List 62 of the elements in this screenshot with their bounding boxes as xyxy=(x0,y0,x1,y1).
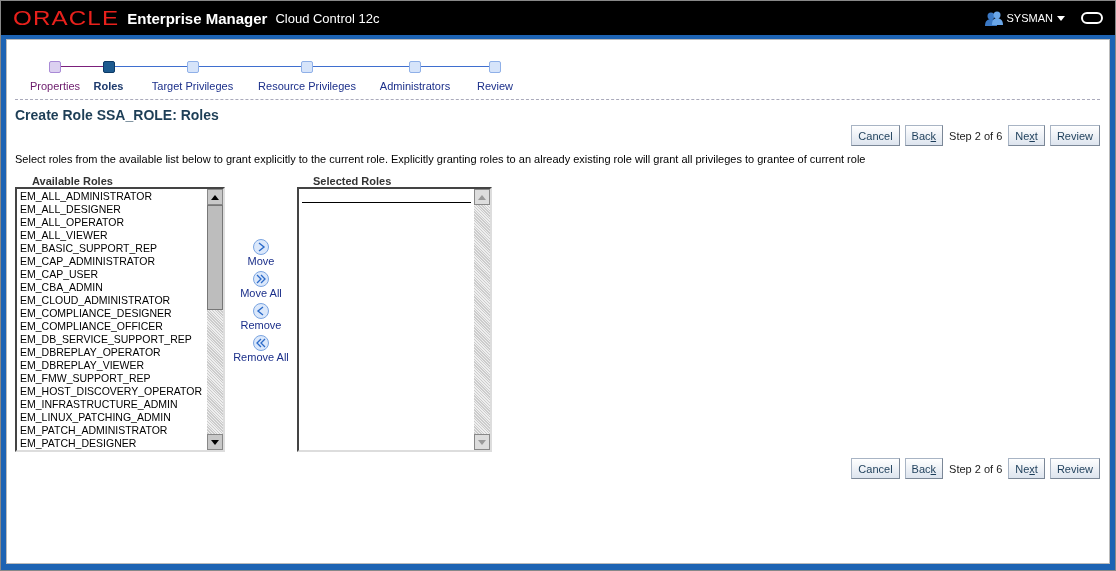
user-menu[interactable]: SYSMAN xyxy=(1006,12,1065,24)
selected-roles-list[interactable] xyxy=(297,187,492,452)
oracle-logo: ORACLE xyxy=(13,6,120,30)
list-option[interactable]: EM_ALL_DESIGNER xyxy=(20,203,204,216)
list-option[interactable]: EM_DB_SERVICE_SUPPORT_REP xyxy=(20,333,204,346)
shuttle-link[interactable]: Remove xyxy=(240,319,282,331)
list-option[interactable]: EM_PATCH_ADMINISTRATOR xyxy=(20,424,204,437)
list-option[interactable]: EM_DBREPLAY_VIEWER xyxy=(20,359,204,372)
nav-button[interactable]: Next xyxy=(1008,125,1045,146)
down-arrow-icon xyxy=(478,439,486,445)
list-option[interactable]: EM_COMPLIANCE_DESIGNER xyxy=(20,307,204,320)
shuttle-link[interactable]: Move xyxy=(247,255,275,267)
up-arrow-icon xyxy=(478,194,486,200)
down-arrow-icon xyxy=(211,439,219,445)
list-title: Selected Roles xyxy=(312,175,393,187)
train-step-link[interactable]: Administrators xyxy=(379,80,451,92)
caret-icon xyxy=(1057,15,1065,21)
list-option[interactable]: EM_COMPLIANCE_OFFICER xyxy=(20,320,204,333)
train-step-link[interactable]: Roles xyxy=(93,80,124,92)
list-option[interactable]: EM_ALL_ADMINISTRATOR xyxy=(20,190,204,203)
list-option[interactable]: EM_FMW_SUPPORT_REP xyxy=(20,372,204,385)
list-title: Available Roles xyxy=(31,175,114,187)
nav-button[interactable]: Back xyxy=(904,458,944,479)
train-step-link[interactable]: Review xyxy=(476,80,514,92)
move-all-arrow-icon xyxy=(253,271,269,287)
page-title: Create Role SSA_ROLE: Roles xyxy=(15,107,220,123)
nav-button[interactable]: Cancel xyxy=(851,458,900,479)
instructions-text: Select roles from the available list below to grant explicitly to the current role. Explicitly granting roles to an already existing role will grant all privileges to grantee of current role xyxy=(15,153,867,165)
list-option[interactable]: EM_ALL_VIEWER xyxy=(20,229,204,242)
list-option[interactable]: EM_CLOUD_ADMINISTRATOR xyxy=(20,294,204,307)
list-option[interactable]: EM_CAP_ADMINISTRATOR xyxy=(20,255,204,268)
list-option[interactable]: EM_HOST_DISCOVERY_OPERATOR xyxy=(20,385,204,398)
list-option[interactable]: EM_CAP_USER xyxy=(20,268,204,281)
remove-all-arrow-icon xyxy=(253,335,269,351)
train-stop[interactable] xyxy=(102,60,115,73)
train-step-link[interactable]: Properties xyxy=(29,80,81,92)
users-icon xyxy=(984,10,1003,26)
list-option[interactable]: EM_ALL_OPERATOR xyxy=(20,216,204,229)
step-indicator: Step 2 of 6 xyxy=(949,462,1003,475)
step-indicator: Step 2 of 6 xyxy=(949,129,1003,142)
train-step-link[interactable]: Target Privileges xyxy=(151,80,234,92)
available-roles-list[interactable] xyxy=(15,187,225,452)
scrollbar[interactable] xyxy=(474,189,490,450)
list-option[interactable]: EM_BASIC_SUPPORT_REP xyxy=(20,242,204,255)
nav-button[interactable]: Review xyxy=(1049,458,1100,479)
nav-button[interactable]: Back xyxy=(904,125,944,146)
nav-button[interactable]: Next xyxy=(1008,458,1045,479)
scrollbar[interactable] xyxy=(207,189,223,450)
nav-button[interactable]: Review xyxy=(1049,125,1100,146)
shuttle-link[interactable]: Remove All xyxy=(233,351,289,363)
oracle-ring-icon xyxy=(1081,12,1103,24)
list-option[interactable]: EM_CBA_ADMIN xyxy=(20,281,204,294)
product-name: Enterprise Manager xyxy=(127,9,268,27)
list-option[interactable]: EM_DBREPLAY_OPERATOR xyxy=(20,346,204,359)
list-option[interactable]: EM_INFRASTRUCTURE_ADMIN xyxy=(20,398,204,411)
shuttle-link[interactable]: Move All xyxy=(240,287,282,299)
up-arrow-icon xyxy=(211,194,219,200)
nav-button[interactable]: Cancel xyxy=(851,125,900,146)
train-step-link[interactable]: Resource Privileges xyxy=(258,80,356,92)
product-edition: Cloud Control 12c xyxy=(275,10,380,26)
list-option[interactable]: EM_LINUX_PATCHING_ADMIN xyxy=(20,411,204,424)
list-option[interactable]: EM_PATCH_DESIGNER xyxy=(20,437,204,450)
